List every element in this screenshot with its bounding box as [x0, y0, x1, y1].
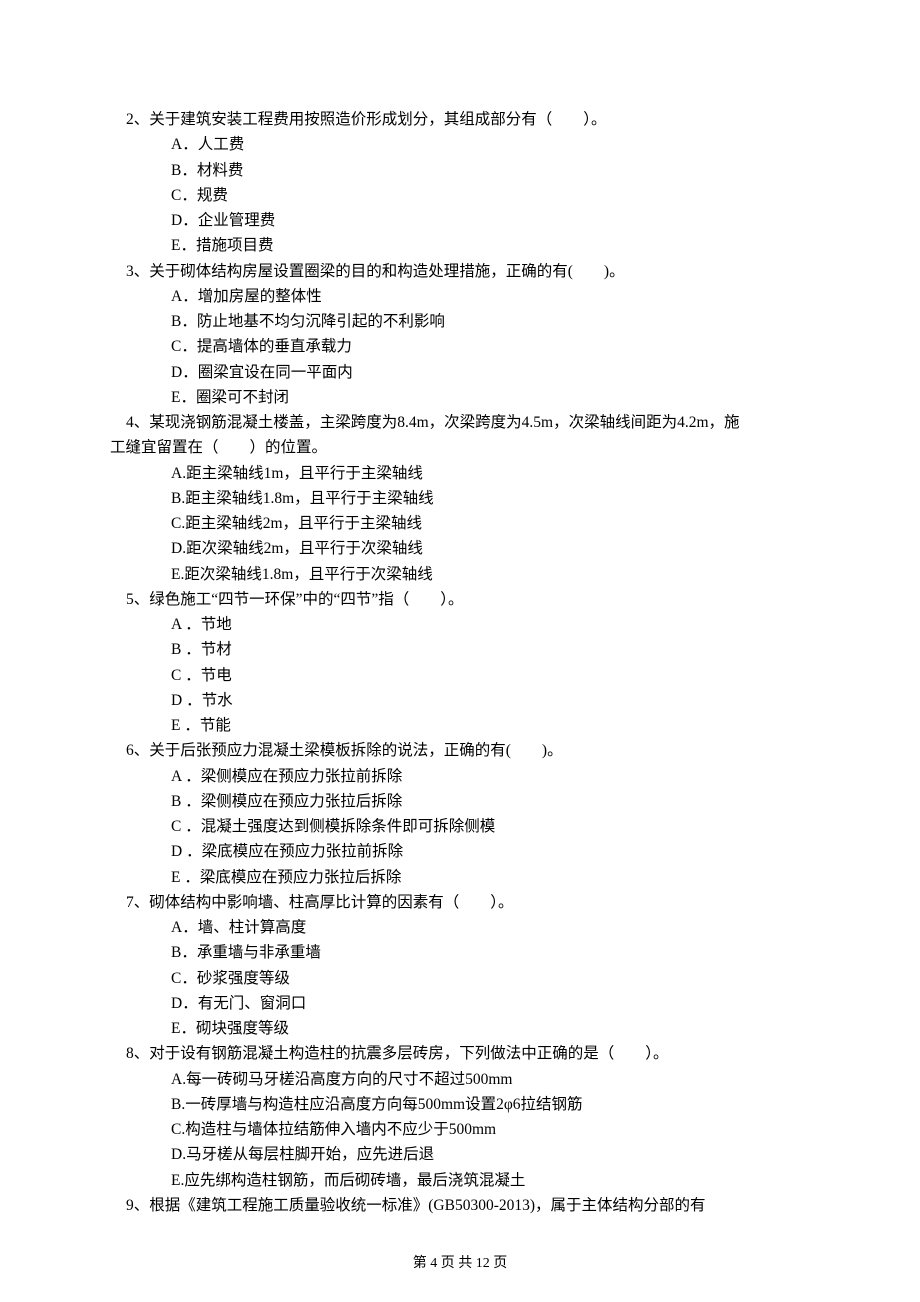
- option-a: A．增加房屋的整体性: [171, 284, 920, 309]
- footer-total-pages: 12: [476, 1256, 490, 1271]
- option-b: B ．节材: [171, 637, 920, 662]
- option-c: C．规费: [171, 183, 920, 208]
- footer-prefix: 第: [413, 1256, 431, 1271]
- option-d: D．有无门、窗洞口: [171, 991, 920, 1016]
- question-text: 4、某现浇钢筋混凝土楼盖，主梁跨度为8.4m，次梁跨度为4.5m，次梁轴线间距为…: [126, 414, 740, 431]
- option-c: C.构造柱与墙体拉结筋伸入墙内不应少于500mm: [171, 1117, 920, 1142]
- option-e: E．砌块强度等级: [171, 1016, 920, 1041]
- footer-suffix: 页: [490, 1256, 508, 1271]
- option-b: B.一砖厚墙与构造柱应沿高度方向每500mm设置2φ6拉结钢筋: [171, 1092, 920, 1117]
- option-b: B．承重墙与非承重墙: [171, 940, 920, 965]
- option-c: C ．混凝土强度达到侧模拆除条件即可拆除侧模: [171, 814, 920, 839]
- option-b: B ．梁侧模应在预应力张拉后拆除: [171, 789, 920, 814]
- question-stem: 7、砌体结构中影响墙、柱高厚比计算的因素有（ ）。: [126, 890, 830, 915]
- page-footer: 第 4 页 共 12 页: [0, 1253, 920, 1276]
- question-stem: 9、根据《建筑工程施工质量验收统一标准》(GB50300-2013)，属于主体结…: [126, 1193, 830, 1218]
- option-d: D．圈梁宜设在同一平面内: [171, 360, 920, 385]
- option-c: C ．节电: [171, 663, 920, 688]
- option-b: B．材料费: [171, 158, 920, 183]
- option-e: E.应先绑构造柱钢筋，而后砌砖墙，最后浇筑混凝土: [171, 1168, 920, 1193]
- question-stem-cont: 工缝宜留置在（ ）的位置。: [110, 435, 830, 460]
- option-e: E.距次梁轴线1.8m，且平行于次梁轴线: [171, 562, 920, 587]
- option-e: E．措施项目费: [171, 233, 920, 258]
- question-stem: 4、某现浇钢筋混凝土楼盖，主梁跨度为8.4m，次梁跨度为4.5m，次梁轴线间距为…: [126, 410, 830, 435]
- option-e: E ．节能: [171, 713, 920, 738]
- option-a: A ．梁侧模应在预应力张拉前拆除: [171, 764, 920, 789]
- option-c: C.距主梁轴线2m，且平行于主梁轴线: [171, 511, 920, 536]
- option-a: A ．节地: [171, 612, 920, 637]
- option-b: B.距主梁轴线1.8m，且平行于主梁轴线: [171, 486, 920, 511]
- option-a: A．人工费: [171, 132, 920, 157]
- option-d: D.马牙槎从每层柱脚开始，应先进后退: [171, 1142, 920, 1167]
- option-d: D ．节水: [171, 688, 920, 713]
- option-d: D．企业管理费: [171, 208, 920, 233]
- question-stem: 5、绿色施工“四节一环保”中的“四节”指（ ）。: [126, 587, 830, 612]
- option-e: E．圈梁可不封闭: [171, 385, 920, 410]
- question-stem: 3、关于砌体结构房屋设置圈梁的目的和构造处理措施，正确的有( )。: [126, 259, 830, 284]
- option-e: E ．梁底模应在预应力张拉后拆除: [171, 865, 920, 890]
- option-a: A.每一砖砌马牙槎沿高度方向的尺寸不超过500mm: [171, 1067, 920, 1092]
- option-d: D.距次梁轴线2m，且平行于次梁轴线: [171, 536, 920, 561]
- option-b: B．防止地基不均匀沉降引起的不利影响: [171, 309, 920, 334]
- question-stem: 6、关于后张预应力混凝土梁模板拆除的说法，正确的有( )。: [126, 738, 830, 763]
- option-a: A．墙、柱计算高度: [171, 915, 920, 940]
- option-c: C．砂浆强度等级: [171, 966, 920, 991]
- question-stem: 8、对于设有钢筋混凝土构造柱的抗震多层砖房，下列做法中正确的是（ ）。: [126, 1041, 830, 1066]
- option-a: A.距主梁轴线1m，且平行于主梁轴线: [171, 461, 920, 486]
- option-c: C．提高墙体的垂直承载力: [171, 334, 920, 359]
- option-d: D ．梁底模应在预应力张拉前拆除: [171, 839, 920, 864]
- footer-middle: 页 共: [437, 1256, 476, 1271]
- question-stem: 2、关于建筑安装工程费用按照造价形成划分，其组成部分有（ ）。: [126, 107, 830, 132]
- document-page: 2、关于建筑安装工程费用按照造价形成划分，其组成部分有（ ）。 A．人工费 B．…: [0, 0, 920, 1302]
